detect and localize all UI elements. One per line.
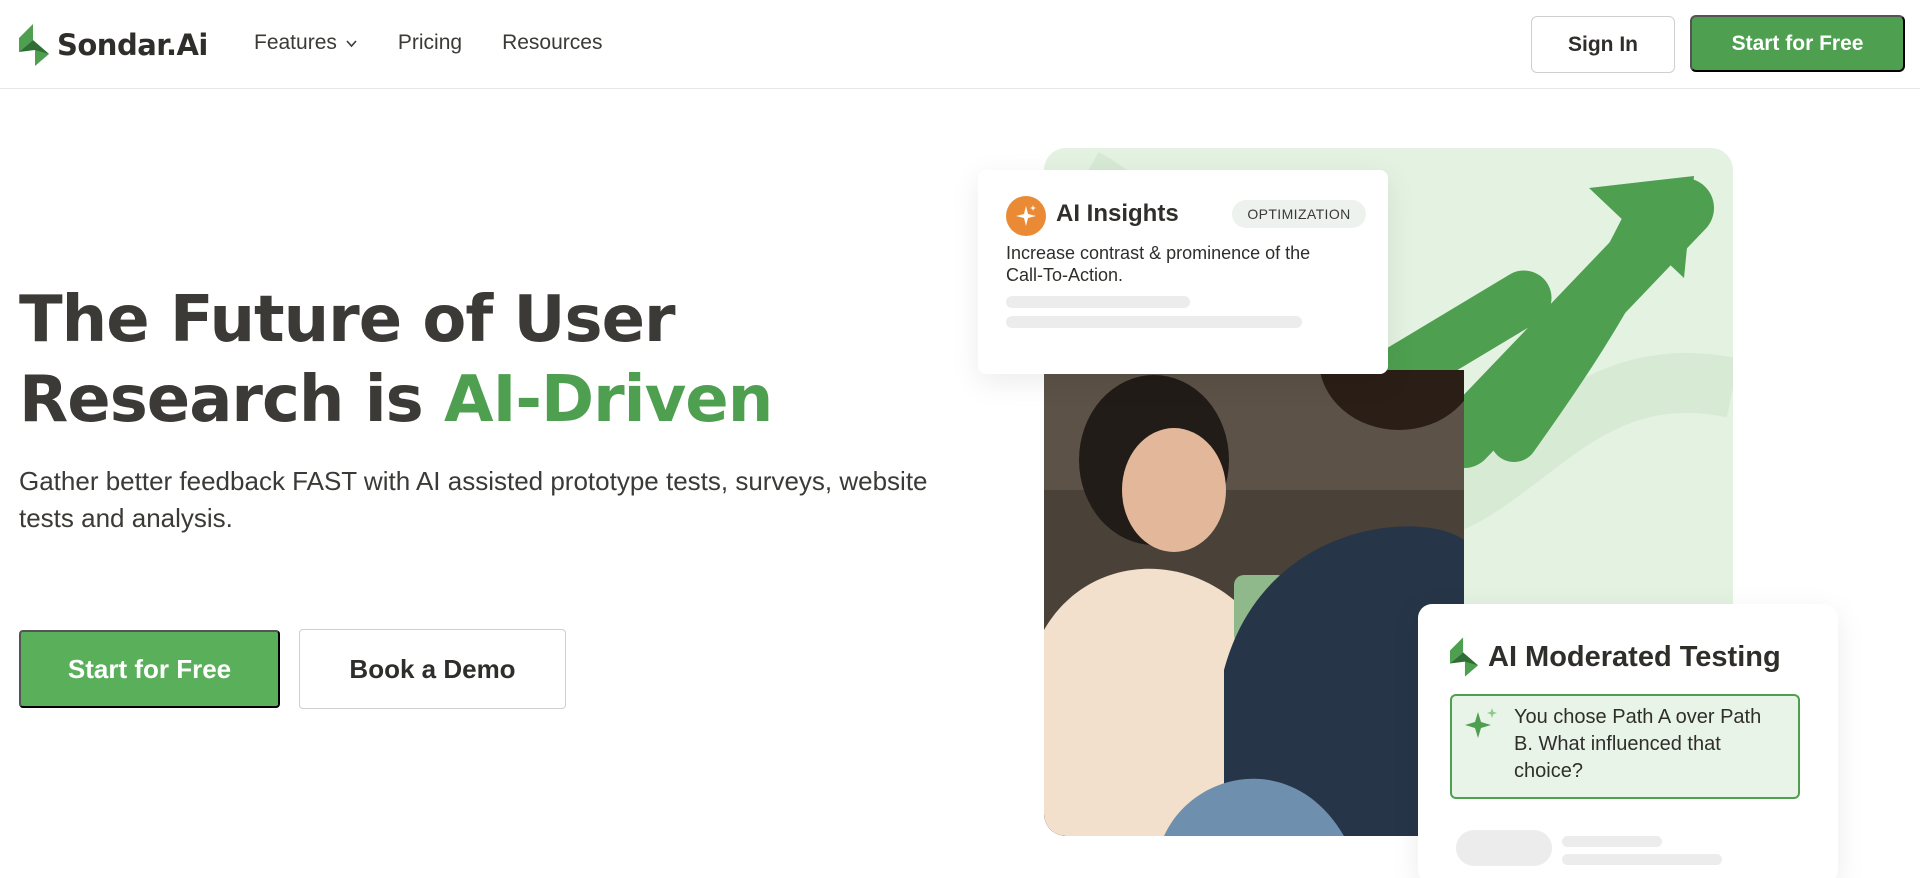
nav-link-label: Pricing (397, 31, 463, 54)
moderated-question-text: You chose Path A over Path B. What influ… (1514, 706, 1762, 782)
logo-mark-icon (1450, 637, 1478, 677)
skeleton-pill (1456, 830, 1552, 866)
nav-link-resources[interactable]: Resources (502, 31, 602, 55)
nav-link-pricing[interactable]: Pricing (398, 31, 462, 55)
nav-link-label: Resources (502, 31, 603, 54)
logo[interactable]: Sondar.Ai (19, 24, 208, 66)
nav-links: Features Pricing Resources (254, 31, 602, 55)
skeleton-line (1006, 316, 1302, 328)
hero-title: The Future of User Research is AI-Driven (19, 280, 919, 440)
optimization-badge: OPTIMIZATION (1232, 200, 1366, 228)
start-for-free-nav-button[interactable]: Start for Free (1690, 15, 1905, 72)
moderated-card-header: AI Moderated Testing (1450, 637, 1781, 677)
logo-mark-icon (19, 24, 49, 66)
hero-title-accent: AI-Driven (444, 363, 773, 437)
people-photo-illustration (1044, 370, 1464, 836)
hero-photo (1044, 370, 1464, 836)
ai-moderated-testing-card: AI Moderated Testing You chose Path A ov… (1418, 604, 1838, 878)
top-navigation: Sondar.Ai Features Pricing Resources Sig… (0, 0, 1920, 89)
hero-title-line1: The Future of User (19, 283, 676, 357)
logo-text: Sondar.Ai (57, 28, 208, 62)
moderated-question-box: You chose Path A over Path B. What influ… (1450, 694, 1800, 799)
ai-insights-card: AI Insights OPTIMIZATION Increase contra… (978, 170, 1388, 374)
moderated-card-title: AI Moderated Testing (1488, 640, 1781, 673)
book-demo-button[interactable]: Book a Demo (299, 629, 566, 709)
ai-insights-text: Increase contrast & prominence of the Ca… (1006, 243, 1311, 285)
hero-subtitle: Gather better feedback FAST with AI assi… (19, 466, 928, 533)
nav-link-features[interactable]: Features (254, 31, 358, 55)
sparkle-icon (1465, 708, 1497, 738)
chevron-down-icon (346, 39, 357, 47)
ai-insights-title: AI Insights (1056, 200, 1179, 227)
skeleton-line (1562, 854, 1722, 865)
sparkle-icon (1006, 196, 1046, 236)
skeleton-line (1562, 836, 1662, 847)
nav-link-label: Features (254, 31, 337, 54)
skeleton-line (1006, 296, 1190, 308)
start-for-free-hero-button[interactable]: Start for Free (19, 630, 280, 708)
sign-in-button[interactable]: Sign In (1531, 16, 1675, 73)
hero-title-line2-prefix: Research is (19, 363, 445, 437)
